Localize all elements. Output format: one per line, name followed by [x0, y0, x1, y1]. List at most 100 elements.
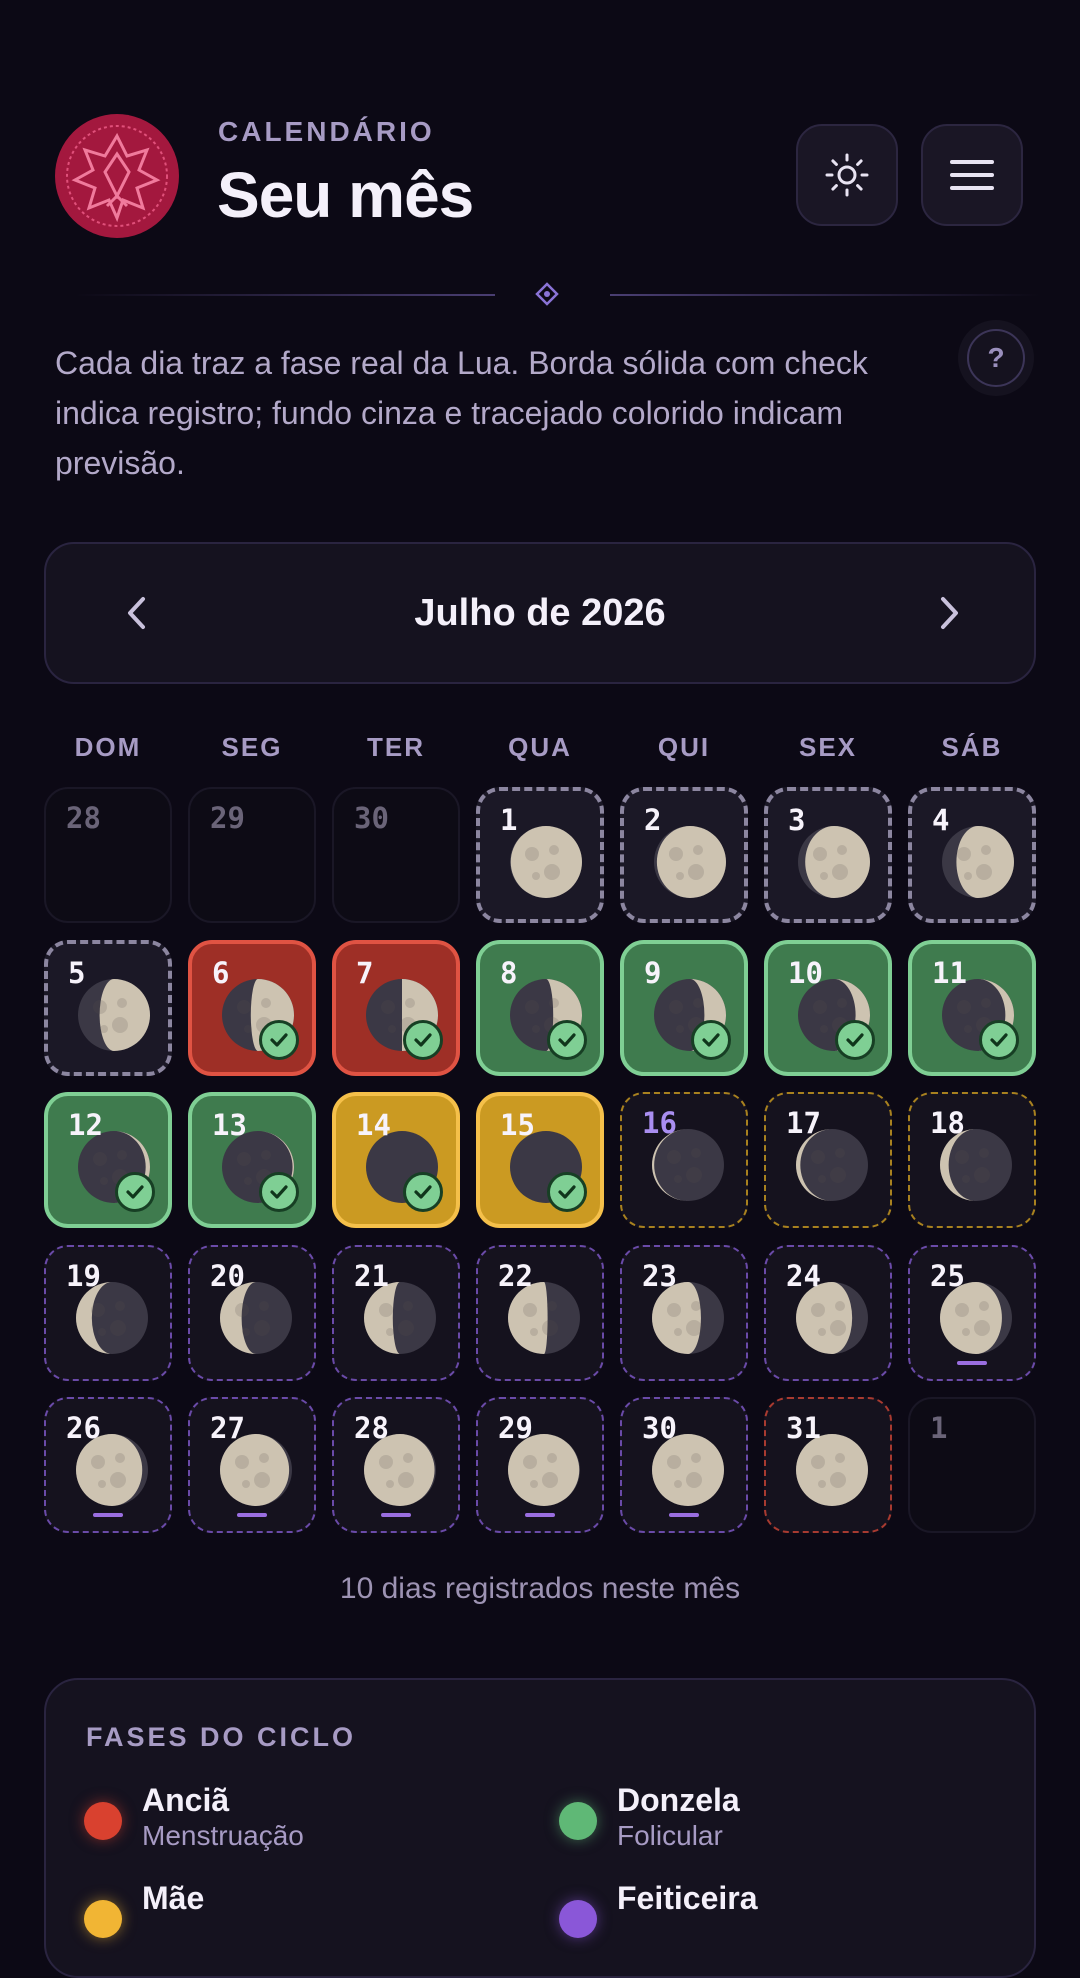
- moon-phase-icon: [654, 826, 726, 898]
- legend-item-name: Donzela: [617, 1782, 740, 1818]
- day-number: 1: [500, 803, 518, 837]
- legend-dot: [559, 1900, 597, 1938]
- day-number: 28: [354, 1411, 389, 1445]
- chevron-right-icon: [941, 597, 958, 629]
- day-number: 3: [788, 803, 806, 837]
- calendar-day[interactable]: 30: [620, 1397, 748, 1533]
- calendar-day[interactable]: 2: [620, 787, 748, 923]
- legend-item-anciã: Anciã Menstruação: [84, 1780, 484, 1860]
- calendar-day[interactable]: 4: [908, 787, 1036, 923]
- weekday-label: SÁB: [941, 732, 1003, 762]
- day-number: 28: [66, 801, 101, 835]
- calendar-day[interactable]: 6: [188, 940, 316, 1076]
- day-number: 14: [356, 1108, 391, 1142]
- day-number: 16: [642, 1106, 677, 1140]
- day-number: 2: [644, 803, 662, 837]
- day-number: 5: [68, 956, 86, 990]
- calendar-day[interactable]: 5: [44, 940, 172, 1076]
- prediction-marker: [525, 1513, 555, 1517]
- calendar-day[interactable]: 10: [764, 940, 892, 1076]
- calendar-grid: 28 29 30 1 2 3 4 5 6 7 8 9 10 11 12 13 14 15 16 17 18 19 20 21 2…: [44, 787, 1036, 1537]
- check-icon: [547, 1020, 587, 1060]
- calendar-day[interactable]: 18: [908, 1092, 1036, 1228]
- legend-item-donzela: Donzela Folicular: [559, 1780, 959, 1860]
- intro-text: Cada dia traz a fase real da Lua. Borda …: [55, 345, 868, 481]
- calendar-day[interactable]: 15: [476, 1092, 604, 1228]
- theme-toggle-button[interactable]: [796, 124, 898, 226]
- day-number: 8: [500, 956, 518, 990]
- calendar-day[interactable]: 19: [44, 1245, 172, 1381]
- day-number: 12: [68, 1108, 103, 1142]
- help-button[interactable]: ?: [958, 320, 1034, 396]
- next-month-button[interactable]: [924, 588, 974, 638]
- day-number: 31: [786, 1411, 821, 1445]
- check-icon: [691, 1020, 731, 1060]
- legend-item-feiticeira: Feiticeira: [559, 1878, 959, 1958]
- day-number: 1: [930, 1411, 948, 1445]
- prediction-marker: [957, 1361, 987, 1365]
- day-number: 13: [212, 1108, 247, 1142]
- day-number: 30: [642, 1411, 677, 1445]
- check-icon: [547, 1172, 587, 1212]
- calendar-day[interactable]: 17: [764, 1092, 892, 1228]
- calendar-day[interactable]: 12: [44, 1092, 172, 1228]
- calendar-day[interactable]: 24: [764, 1245, 892, 1381]
- day-number: 26: [66, 1411, 101, 1445]
- legend-item-sub: Folicular: [617, 1820, 723, 1851]
- page-header: CALENDÁRIO Seu mês: [55, 112, 1025, 242]
- calendar-day[interactable]: 9: [620, 940, 748, 1076]
- weekday-label: QUI: [657, 732, 711, 762]
- prediction-marker: [381, 1513, 411, 1517]
- calendar-day[interactable]: 14: [332, 1092, 460, 1228]
- day-number: 4: [932, 803, 950, 837]
- check-icon: [403, 1020, 443, 1060]
- moon-phase-icon: [78, 979, 150, 1051]
- day-number: 25: [930, 1259, 965, 1293]
- day-number: 7: [356, 956, 374, 990]
- weekday-label: DOM: [74, 732, 142, 762]
- calendar-day[interactable]: 20: [188, 1245, 316, 1381]
- calendar-day[interactable]: 13: [188, 1092, 316, 1228]
- mandala-logo-icon: [59, 118, 175, 234]
- weekday-label: SEX: [798, 732, 858, 762]
- calendar-day[interactable]: 23: [620, 1245, 748, 1381]
- weekday-label: QUA: [508, 732, 572, 762]
- moon-phase-icon: [942, 826, 1014, 898]
- prediction-marker: [237, 1513, 267, 1517]
- menu-button[interactable]: [921, 124, 1023, 226]
- calendar-day[interactable]: 22: [476, 1245, 604, 1381]
- logo: [55, 114, 179, 238]
- calendar-day[interactable]: 26: [44, 1397, 172, 1533]
- weekday-header: DOM SEG TER QUA QUI SEX SÁB: [44, 732, 1036, 772]
- calendar-day-outside: 29: [188, 787, 316, 923]
- month-navigator: Julho de 2026: [44, 542, 1036, 684]
- calendar-day[interactable]: 21: [332, 1245, 460, 1381]
- check-icon: [835, 1020, 875, 1060]
- legend-dot: [559, 1802, 597, 1840]
- calendar-day[interactable]: 1: [476, 787, 604, 923]
- legend-item-name: Mãe: [142, 1880, 205, 1916]
- month-summary: 10 dias registrados neste mês: [339, 1572, 741, 1605]
- calendar-day[interactable]: 3: [764, 787, 892, 923]
- day-number: 17: [786, 1106, 821, 1140]
- day-number: 6: [212, 956, 230, 990]
- calendar-day[interactable]: 27: [188, 1397, 316, 1533]
- weekday-label: SEG: [221, 732, 283, 762]
- calendar-day[interactable]: 16: [620, 1092, 748, 1228]
- prediction-marker: [669, 1513, 699, 1517]
- day-number: 22: [498, 1259, 533, 1293]
- calendar-day[interactable]: 11: [908, 940, 1036, 1076]
- calendar-day[interactable]: 28: [332, 1397, 460, 1533]
- legend-item-name: Anciã: [142, 1782, 230, 1818]
- day-number: 23: [642, 1259, 677, 1293]
- calendar-day[interactable]: 8: [476, 940, 604, 1076]
- calendar-day[interactable]: 31: [764, 1397, 892, 1533]
- calendar-day[interactable]: 29: [476, 1397, 604, 1533]
- sun-icon: [825, 153, 869, 197]
- calendar-day[interactable]: 7: [332, 940, 460, 1076]
- check-icon: [979, 1020, 1019, 1060]
- calendar-day[interactable]: 25: [908, 1245, 1036, 1381]
- day-number: 18: [930, 1106, 965, 1140]
- calendar-day-outside: 30: [332, 787, 460, 923]
- day-number: 30: [354, 801, 389, 835]
